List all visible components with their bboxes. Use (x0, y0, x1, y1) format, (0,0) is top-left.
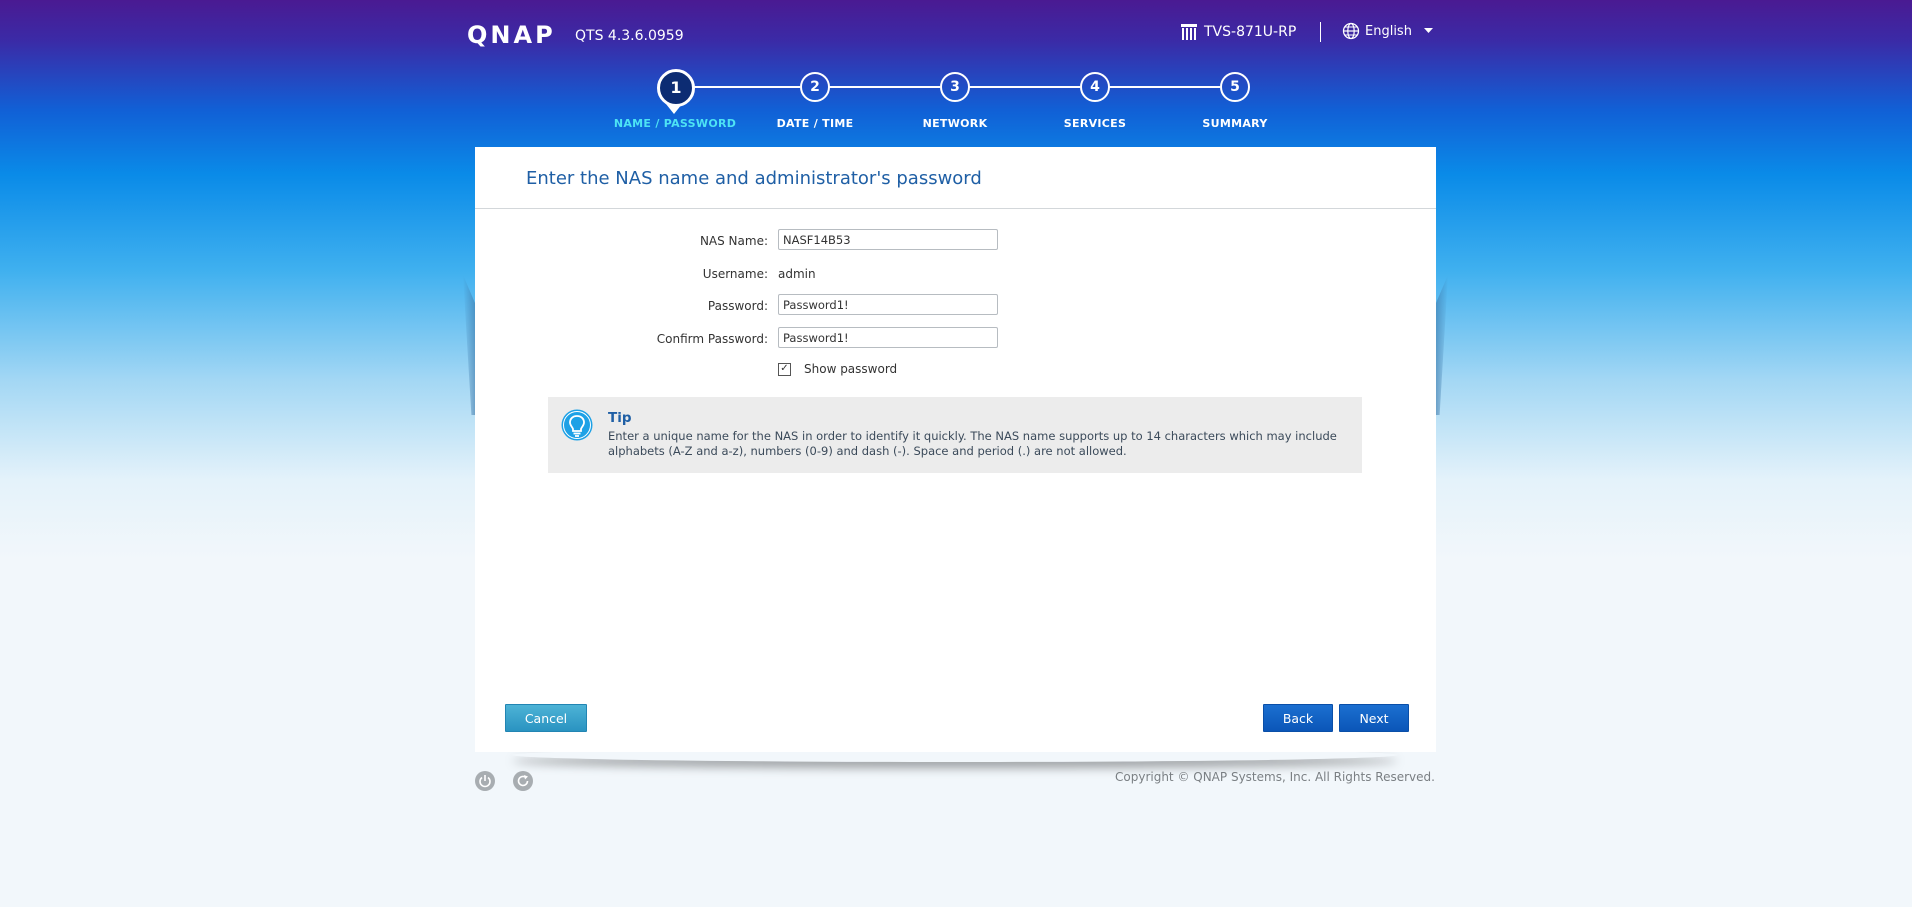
show-password-label[interactable]: Show password (804, 362, 897, 376)
tip-box: Tip Enter a unique name for the NAS in o… (548, 397, 1362, 473)
lightbulb-icon (561, 409, 593, 441)
step-2-circle: 2 (800, 72, 830, 102)
step-3-circle: 3 (940, 72, 970, 102)
wizard-panel: Enter the NAS name and administrator's p… (475, 147, 1436, 752)
step-2-label: DATE / TIME (776, 117, 854, 130)
confirm-password-label: Confirm Password: (656, 332, 768, 346)
step-1-label: NAME / PASSWORD (613, 117, 737, 130)
step-4-circle: 4 (1080, 72, 1110, 102)
confirm-password-input[interactable] (778, 327, 998, 348)
step-connector (692, 86, 800, 88)
step-1-circle: 1 (657, 69, 695, 107)
step-5-label: SUMMARY (1202, 117, 1268, 130)
step-connector (829, 86, 940, 88)
username-value: admin (778, 267, 816, 281)
refresh-glyph-icon (517, 775, 529, 787)
show-password-checkbox[interactable]: ✓ (778, 363, 791, 376)
restart-icon[interactable] (513, 771, 533, 791)
step-connector (1109, 86, 1220, 88)
password-input[interactable] (778, 294, 998, 315)
cancel-button[interactable]: Cancel (505, 704, 587, 732)
tip-text: Enter a unique name for the NAS in order… (608, 429, 1337, 458)
page-title: Enter the NAS name and administrator's p… (526, 168, 982, 189)
step-connector (969, 86, 1080, 88)
power-icon[interactable] (475, 771, 495, 791)
title-divider (475, 208, 1436, 209)
copyright-text: Copyright © QNAP Systems, Inc. All Right… (1115, 770, 1435, 784)
panel-wing-left (463, 275, 475, 415)
step-5-circle: 5 (1220, 72, 1250, 102)
back-button[interactable]: Back (1263, 704, 1333, 732)
step-active-pointer (666, 104, 682, 114)
step-4-label: SERVICES (1063, 117, 1127, 130)
tip-title: Tip (608, 410, 632, 426)
username-label: Username: (702, 267, 768, 281)
next-button[interactable]: Next (1339, 704, 1409, 732)
step-3-label: NETWORK (922, 117, 988, 130)
power-glyph-icon (479, 775, 491, 788)
nas-name-label: NAS Name: (699, 234, 768, 248)
panel-wing-right (1436, 275, 1448, 415)
password-label: Password: (707, 299, 768, 313)
nas-name-input[interactable] (778, 229, 998, 250)
setup-steps: 1 2 3 4 5 NAME / PASSWORD DATE / TIME NE… (0, 0, 1912, 140)
